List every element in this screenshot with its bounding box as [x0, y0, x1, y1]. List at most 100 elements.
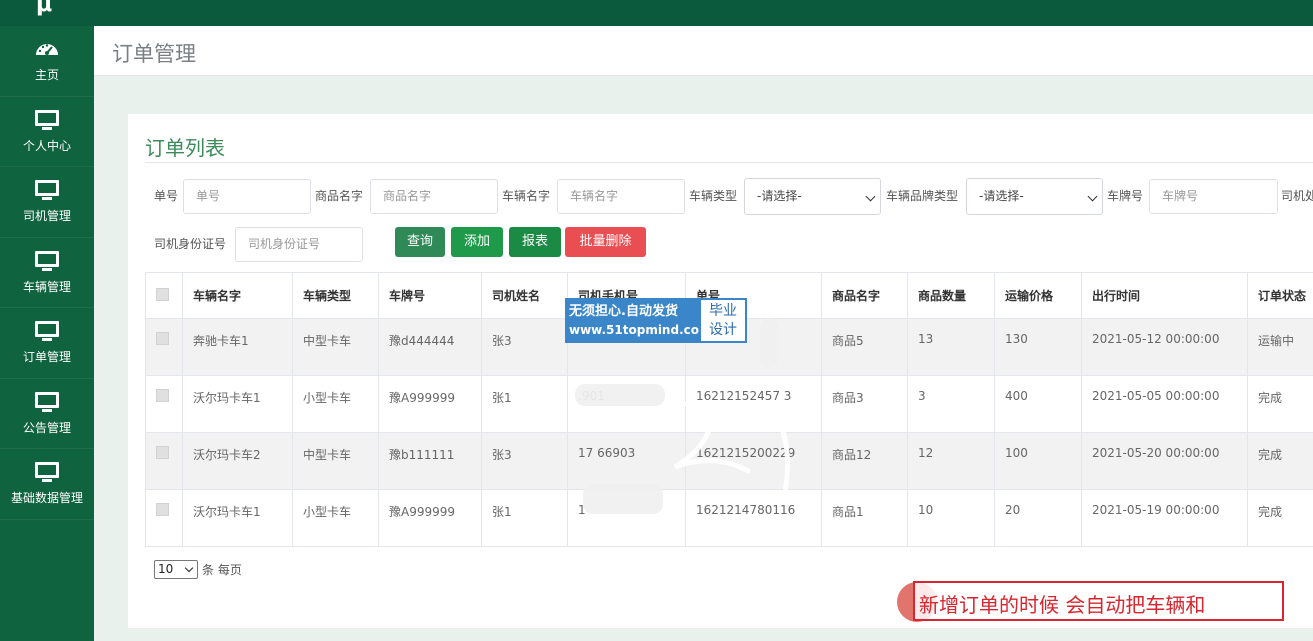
col-header[interactable]: 车辆名字	[182, 272, 293, 319]
row-checkbox[interactable]	[156, 389, 169, 402]
row-select-cell[interactable]	[145, 432, 183, 490]
vehicle-type-value: -请选择-	[757, 189, 802, 203]
sidebar-item-orders[interactable]: 订单管理	[0, 308, 94, 379]
table-cell: 运输中	[1247, 318, 1313, 376]
report-button[interactable]: 报表	[509, 227, 561, 257]
row-select-cell[interactable]	[145, 318, 183, 376]
caption-box: 新增订单的时候 会自动把车辆和	[913, 581, 1284, 621]
order-list-panel: 订单列表 单号 单号 商品名字 商品名字 车辆名字 车辆名字 车辆类型 -请选择…	[128, 114, 1313, 628]
page-size-select[interactable]: 10	[154, 560, 198, 579]
sidebar-item-label: 基础数据管理	[10, 491, 83, 506]
watermark-banner: 无须担心.自动发货 www.51topmind.com	[565, 298, 712, 343]
col-header[interactable]: 车牌号	[378, 272, 482, 319]
table-cell: 豫A999999	[378, 489, 482, 547]
chevron-down-icon	[1087, 191, 1098, 202]
row-select-cell[interactable]	[145, 489, 183, 547]
goods-name-label: 商品名字	[315, 189, 364, 203]
select-all-cell[interactable]	[145, 272, 183, 319]
row-checkbox[interactable]	[156, 503, 169, 516]
sidebar-item-label: 主页	[34, 68, 59, 83]
table-cell: 完成	[1247, 375, 1313, 433]
table-cell: 100	[994, 432, 1082, 490]
table-cell: 豫d444444	[378, 318, 482, 376]
row-checkbox[interactable]	[156, 446, 169, 459]
vehicle-name-input[interactable]: 车辆名字	[557, 179, 685, 214]
col-header[interactable]: 商品名字	[821, 272, 908, 319]
table-cell: 张1	[481, 375, 568, 433]
order-no-label: 单号	[154, 189, 179, 203]
plate-input[interactable]: 车牌号	[1149, 179, 1278, 214]
brand-type-select[interactable]: -请选择-	[966, 178, 1103, 215]
driver-id-label: 司机身份证号	[154, 237, 227, 251]
page-header: 订单管理	[94, 26, 1313, 76]
col-header[interactable]: 车辆类型	[292, 272, 379, 319]
table-cell: 沃尔玛卡车2	[182, 432, 293, 490]
row-checkbox[interactable]	[156, 332, 169, 345]
watermark-line1: 无须担心.自动发货	[569, 304, 678, 319]
sidebar-item-basic-data[interactable]: 基础数据管理	[0, 449, 94, 520]
watermark-badge: 毕业 设计	[699, 298, 747, 343]
batch-delete-button[interactable]: 批量删除	[565, 227, 646, 257]
vehicle-name-label: 车辆名字	[502, 189, 551, 203]
table-cell: 2021-05-19 00:00:00	[1081, 489, 1248, 547]
table-cell: 400	[994, 375, 1082, 433]
table-cell: 2021-05-12 00:00:00	[1081, 318, 1248, 376]
table-cell: 2021-05-20 00:00:00	[1081, 432, 1248, 490]
redaction-blur	[575, 384, 665, 406]
sidebar-item-label: 司机管理	[22, 209, 71, 224]
driver-label-cut: 司机处	[1281, 189, 1313, 203]
table-cell: 130	[994, 318, 1082, 376]
vehicle-type-select[interactable]: -请选择-	[744, 178, 881, 215]
query-button[interactable]: 查询	[395, 227, 445, 257]
redaction-blur	[583, 484, 663, 514]
sidebar-item-vehicles[interactable]: 车辆管理	[0, 238, 94, 308]
sidebar: 主页 个人中心 司机管理 车辆管理 订单管理 公告管理 基础数据管理	[0, 26, 94, 641]
table-cell: 完成	[1247, 489, 1313, 547]
table-cell: 13	[907, 318, 995, 376]
table-cell: 商品3	[821, 375, 908, 433]
page-size-value: 10	[158, 562, 174, 576]
panel-title: 订单列表	[145, 136, 225, 160]
table-cell: 中型卡车	[292, 318, 379, 376]
monitor-icon	[35, 109, 59, 130]
sidebar-item-profile[interactable]: 个人中心	[0, 97, 94, 167]
col-header[interactable]: 运输价格	[994, 272, 1082, 319]
table-cell: 奔驰卡车1	[182, 318, 293, 376]
sidebar-item-label: 公告管理	[22, 420, 71, 435]
vehicle-type-label: 车辆类型	[689, 189, 738, 203]
monitor-icon	[35, 180, 59, 201]
sidebar-item-label: 车辆管理	[22, 279, 71, 294]
dashboard-icon	[36, 44, 58, 56]
table-cell: 商品5	[821, 318, 908, 376]
chevron-down-icon	[184, 563, 194, 573]
goods-name-input[interactable]: 商品名字	[370, 179, 498, 214]
plate-label: 车牌号	[1107, 189, 1144, 203]
col-header[interactable]: 商品数量	[907, 272, 995, 319]
driver-id-input[interactable]: 司机身份证号	[235, 227, 363, 262]
table-cell: 3	[907, 375, 995, 433]
table-cell: 豫b111111	[378, 432, 482, 490]
col-header[interactable]: 司机姓名	[481, 272, 568, 319]
sidebar-item-notices[interactable]: 公告管理	[0, 379, 94, 449]
sidebar-item-home[interactable]: 主页	[0, 26, 94, 97]
select-all-checkbox[interactable]	[156, 287, 169, 301]
table-cell: 完成	[1247, 432, 1313, 490]
monitor-icon	[35, 391, 59, 412]
sidebar-item-label: 个人中心	[22, 138, 71, 153]
monitor-icon	[35, 462, 59, 483]
add-button[interactable]: 添加	[451, 227, 503, 257]
monitor-icon	[35, 250, 59, 271]
watermark-url: www.51topmind.com	[569, 323, 712, 337]
row-select-cell[interactable]	[145, 375, 183, 433]
order-no-input[interactable]: 单号	[183, 179, 311, 214]
chevron-down-icon	[865, 191, 876, 202]
table-cell: 豫A999999	[378, 375, 482, 433]
col-header[interactable]: 订单状态	[1247, 272, 1313, 319]
table-cell: 张3	[481, 432, 568, 490]
col-header[interactable]: 出行时间	[1081, 272, 1248, 319]
monitor-icon	[35, 321, 59, 342]
brand-type-value: -请选择-	[979, 189, 1024, 203]
table-cell: 商品12	[821, 432, 908, 490]
sidebar-item-drivers[interactable]: 司机管理	[0, 167, 94, 238]
app-logo: μ	[36, 0, 53, 17]
